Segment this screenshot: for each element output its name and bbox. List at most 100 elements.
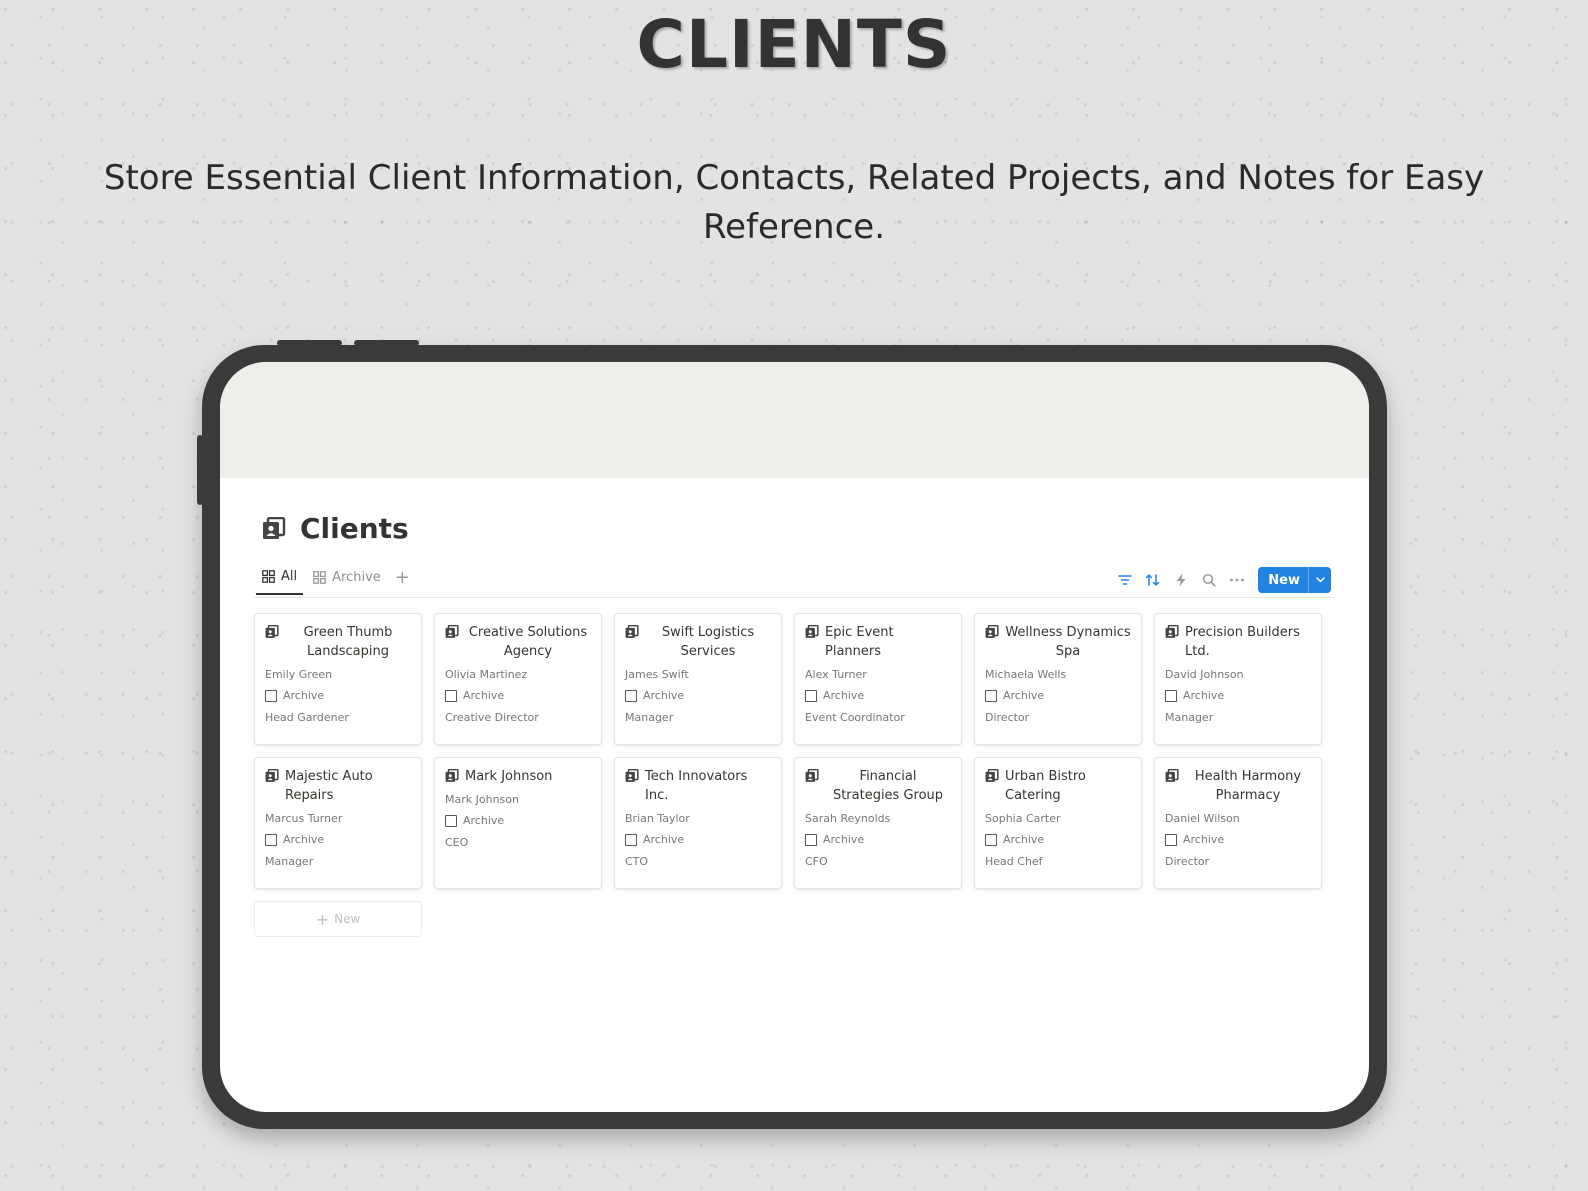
gallery-card[interactable]: Tech Innovators Inc. Brian Taylor Archiv… [614, 757, 782, 889]
card-contact: Sarah Reynolds [805, 812, 891, 825]
gallery-card[interactable]: Health Harmony Pharmacy Daniel Wilson Ar… [1154, 757, 1322, 889]
archive-checkbox[interactable] [985, 833, 997, 846]
card-archive-property: Archive [805, 689, 951, 702]
archive-label: Archive [283, 833, 325, 846]
archive-checkbox[interactable] [1165, 833, 1177, 846]
archive-checkbox[interactable] [445, 814, 457, 827]
tablet-screen: Clients All Archive + New Green Thumb La… [220, 362, 1369, 1112]
card-title: Swift Logistics Services [625, 623, 771, 661]
archive-checkbox[interactable] [265, 833, 277, 846]
page-header: Clients [262, 512, 409, 545]
gallery-card[interactable]: Creative Solutions Agency Olivia Martine… [434, 613, 602, 745]
archive-checkbox[interactable] [625, 833, 637, 846]
client-card-icon [985, 625, 999, 638]
card-name: Financial Strategies Group [832, 769, 944, 803]
archive-label: Archive [1003, 833, 1045, 846]
card-archive-property: Archive [985, 689, 1131, 702]
card-name: Precision Builders Ltd. [1185, 625, 1300, 659]
card-contact: Emily Green [265, 668, 333, 681]
automation-icon[interactable] [1172, 571, 1190, 589]
archive-label: Archive [643, 689, 685, 702]
card-role: Event Coordinator [805, 711, 905, 724]
gallery-card[interactable]: Epic Event Planners Alex Turner Archive … [794, 613, 962, 745]
archive-checkbox[interactable] [625, 689, 637, 702]
gallery-card[interactable]: Wellness Dynamics Spa Michaela Wells Arc… [974, 613, 1142, 745]
client-card-icon [263, 516, 286, 539]
card-title: Majestic Auto Repairs [265, 767, 411, 805]
chevron-down-icon[interactable] [1308, 567, 1331, 593]
search-icon[interactable] [1200, 571, 1218, 589]
archive-checkbox[interactable] [1165, 689, 1177, 702]
card-contact: Daniel Wilson [1165, 812, 1240, 825]
card-archive-property: Archive [805, 833, 951, 846]
card-title: Creative Solutions Agency [445, 623, 591, 661]
card-name: Swift Logistics Services [661, 625, 755, 659]
archive-checkbox[interactable] [805, 689, 817, 702]
archive-label: Archive [283, 689, 325, 702]
hero-subtitle: Store Essential Client Information, Cont… [103, 158, 1485, 247]
card-contact: Marcus Turner [265, 812, 343, 825]
client-card-icon [985, 769, 999, 782]
gallery-card[interactable]: Mark Johnson Mark Johnson Archive CEO [434, 757, 602, 889]
gallery-card[interactable]: Urban Bistro Catering Sophia Carter Arch… [974, 757, 1142, 889]
card-name: Tech Innovators Inc. [645, 769, 748, 803]
gallery-card[interactable]: Financial Strategies Group Sarah Reynold… [794, 757, 962, 889]
toolbar-divider [254, 597, 1335, 598]
card-title: Green Thumb Landscaping [265, 623, 411, 661]
filter-icon[interactable] [1116, 571, 1134, 589]
archive-checkbox[interactable] [805, 833, 817, 846]
view-tabs: All Archive + [256, 563, 410, 595]
tablet-frame: Clients All Archive + New Green Thumb La… [197, 340, 1387, 1129]
archive-label: Archive [463, 814, 505, 827]
tab-all[interactable]: All [256, 563, 304, 595]
gallery-card[interactable]: Swift Logistics Services James Swift Arc… [614, 613, 782, 745]
client-card-icon [445, 625, 459, 638]
archive-checkbox[interactable] [985, 689, 997, 702]
card-role: CTO [625, 855, 649, 868]
card-title: Precision Builders Ltd. [1165, 623, 1311, 661]
plus-icon[interactable]: + [395, 567, 410, 592]
card-contact: Michaela Wells [985, 668, 1067, 681]
gallery-card[interactable]: Precision Builders Ltd. David Johnson Ar… [1154, 613, 1322, 745]
sort-icon[interactable] [1144, 571, 1162, 589]
archive-label: Archive [1183, 833, 1225, 846]
card-name: Green Thumb Landscaping [303, 625, 393, 659]
card-title: Urban Bistro Catering [985, 767, 1131, 805]
card-title: Health Harmony Pharmacy [1165, 767, 1311, 805]
tab-archive[interactable]: Archive [307, 564, 387, 594]
add-new-card-button[interactable]: + New [254, 901, 422, 937]
page-title: Clients [300, 512, 409, 545]
archive-checkbox[interactable] [445, 689, 457, 702]
new-button[interactable]: New [1258, 567, 1331, 593]
client-card-icon [625, 769, 639, 782]
card-title: Financial Strategies Group [805, 767, 951, 805]
card-contact: Brian Taylor [625, 812, 690, 825]
hero-title: CLIENTS [636, 6, 952, 83]
card-role: Head Gardener [265, 711, 349, 724]
tablet-side-button [197, 435, 203, 505]
archive-label: Archive [823, 689, 865, 702]
card-contact: David Johnson [1165, 668, 1244, 681]
gallery-grid-icon [313, 571, 326, 584]
card-name: Health Harmony Pharmacy [1194, 769, 1302, 803]
card-archive-property: Archive [625, 689, 771, 702]
client-card-icon [265, 625, 279, 638]
gallery-card[interactable]: Green Thumb Landscaping Emily Green Arch… [254, 613, 422, 745]
archive-label: Archive [643, 833, 685, 846]
card-role: Manager [265, 855, 314, 868]
card-title: Wellness Dynamics Spa [985, 623, 1131, 661]
client-card-icon [1165, 769, 1179, 782]
new-button-label: New [1268, 572, 1300, 588]
gallery-grid-icon [262, 570, 275, 583]
card-name: Mark Johnson [465, 769, 553, 784]
database-toolbar: New [1106, 567, 1331, 593]
more-icon[interactable] [1228, 571, 1246, 589]
archive-checkbox[interactable] [265, 689, 277, 702]
card-archive-property: Archive [1165, 689, 1311, 702]
client-card-icon [265, 769, 279, 782]
card-role: Manager [625, 711, 674, 724]
card-role: CEO [445, 836, 469, 849]
card-name: Majestic Auto Repairs [285, 769, 373, 803]
archive-label: Archive [463, 689, 505, 702]
gallery-card[interactable]: Majestic Auto Repairs Marcus Turner Arch… [254, 757, 422, 889]
